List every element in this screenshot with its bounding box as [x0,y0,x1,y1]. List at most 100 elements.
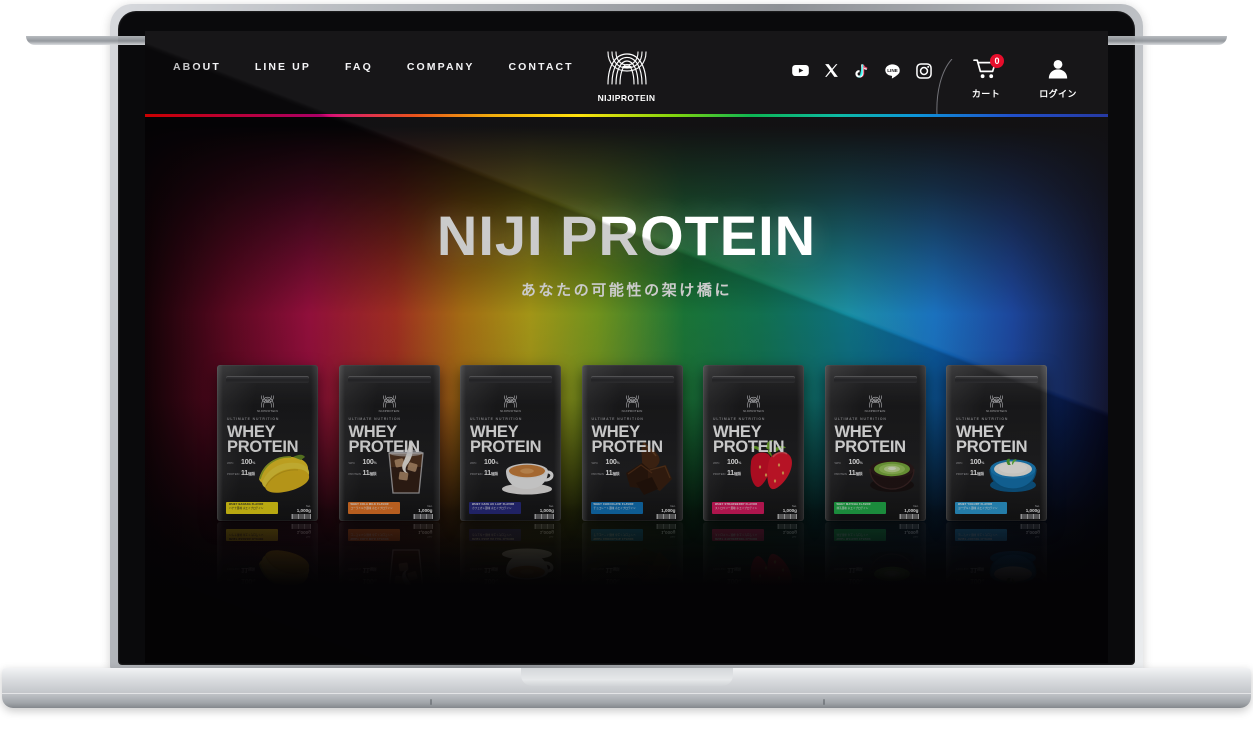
pouch-barcode [777,514,797,519]
nav-item-about[interactable]: ABOUT [173,61,221,73]
pouch-weight: Net. 1,000g [418,504,433,513]
pouch-kicker: ULTIMATE NUTRITION [834,417,887,421]
pouch-spec: PROTEIN 11種類 [592,470,620,478]
shopping-cart-icon [960,58,1012,84]
product-pouch-strawberry[interactable]: NIJIPROTEIN ULTIMATE NUTRITION WHEYPROTE… [703,365,804,521]
pouch-flavor-strip: WHEY MATCHA FLAVOR 抹茶風味 ホエイプロテイン [833,502,886,514]
login-button[interactable]: ログイン [1032,58,1084,100]
pouch-spec-label: PROTEIN [713,567,726,571]
youtube-icon[interactable] [791,61,810,80]
product-pouch-matcha[interactable]: NIJIPROTEIN ULTIMATE NUTRITION WHEYPROTE… [824,365,926,521]
pouch-flavor-strip: WHEY BANANA FLAVOR バナナ風味 ホエイプロテイン [226,529,278,541]
product-pouch-cafe-au-lait[interactable]: NIJIPROTEIN ULTIMATE NUTRITION WHEYPROTE… [460,365,561,521]
product-pouch-banana[interactable]: NIJIPROTEIN ULTIMATE NUTRITION WHEYPROTE… [217,365,318,521]
product-pouch-chocolate[interactable]: NIJIPROTEIN ULTIMATE NUTRITION WHEYPROTE… [581,522,683,586]
product-item-cola: NIJIPROTEIN ULTIMATE NUTRITION WHEY PROTE… [338,365,440,595]
pouch-spec: PROTEIN 11種類 [956,470,984,478]
pouch-spec: PROTEIN 11種類 [349,565,377,573]
product-pouch-yogurt[interactable]: NIJIPROTEIN ULTIMATE NUTRITION WHEYPROTE… [946,522,1047,586]
site-logo[interactable]: NIJIPROTEIN [581,50,673,103]
product-pouch-banana[interactable]: NIJIPROTEIN ULTIMATE NUTRITION WHEYPROTE… [217,522,318,586]
pouch-weight-value: 1,000g [296,530,311,535]
pouch-weight-value: 1,000g [296,508,311,513]
pouch-spec: PROTEIN 11種類 [835,470,863,478]
pouch-weight-label: Net. [427,535,433,540]
product-item-matcha: NIJIPROTEIN ULTIMATE NUTRITION WHEY PROTE… [824,365,926,595]
pouch-weight: Net. 1,000g [296,504,311,513]
product-pouch-cola[interactable]: NIJIPROTEIN ULTIMATE NUTRITION WHEYPROTE… [338,365,440,521]
pouch-barcode [777,524,797,529]
pouch-spec-label: WPC [348,461,356,465]
pouch-spec: WPC 100% [592,576,620,584]
product-pouch-strawberry[interactable]: NIJIPROTEIN ULTIMATE NUTRITION WHEYPROTE… [703,522,804,586]
pouch-kicker: ULTIMATE NUTRITION [470,417,523,421]
pouch-barcode [534,514,554,519]
nav-item-line-up[interactable]: LINE UP [255,61,311,73]
nav-item-contact[interactable]: CONTACT [508,61,573,73]
pouch-brand-logo: NIJIPROTEIN [339,395,440,413]
line-icon[interactable]: LINE [883,62,902,80]
pouch-spec-label: PROTEIN [956,472,969,476]
pouch-weight-value: 1,000g [418,508,433,513]
pouch-weight: Net. 1,000g [540,504,554,513]
pouch-weight-value: 1,000g [1025,530,1040,535]
pouch-spec-label: PROTEIN [470,567,483,571]
pouch-spec-value: 11種類 [727,470,741,477]
pouch-spec-value: 100% [241,577,256,584]
pouch-specs: WPC 100% PROTEIN 11種類 [713,562,741,584]
pouch-zipper [712,376,795,383]
pouch-barcode [898,514,919,519]
pouch-flavor-en: WHEY YOGURT FLAVOR [958,537,993,540]
pouch-spec: WPC 100% [956,459,984,467]
cart-button[interactable]: 0 カート [960,54,1012,100]
pouch-brand-text: NIJIPROTEIN [621,409,643,413]
pouch-flavor-jp: コーラミルク風味 ホエイプロテイン [350,533,393,536]
pouch-title: WHEY PROTEIN [470,423,542,456]
product-pouch-matcha[interactable]: NIJIPROTEIN ULTIMATE NUTRITION WHEYPROTE… [824,522,926,586]
product-reflection-matcha: NIJIPROTEIN ULTIMATE NUTRITION WHEYPROTE… [824,522,926,586]
product-lineup: NIJIPROTEIN ULTIMATE NUTRITION WHEY PROTE… [217,365,1047,595]
pouch-specs: WPC 100% PROTEIN 11種類 [835,562,863,584]
pouch-brand-logo: NIJIPROTEIN [582,395,683,413]
laptop-base-vent-right [823,699,825,705]
nav-item-company[interactable]: COMPANY [407,61,475,73]
product-pouch-cafe-au-lait[interactable]: NIJIPROTEIN ULTIMATE NUTRITION WHEYPROTE… [460,522,561,586]
main-navigation: ABOUT LINE UP FAQ COMPANY CONTACT [173,61,574,73]
pouch-title: WHEY PROTEIN [956,423,1028,456]
pouch-spec: PROTEIN 11種類 [956,565,984,573]
pouch-weight-value: 1,000g [418,530,433,535]
product-pouch-chocolate[interactable]: NIJIPROTEIN ULTIMATE NUTRITION WHEYPROTE… [581,365,683,521]
coffee-cup-image [496,546,558,586]
laptop-base [2,668,1251,708]
pouch-weight: Net. 1,000g [296,530,311,539]
pouch-spec-label: PROTEIN [348,567,361,571]
laptop-base-notch [520,668,733,686]
product-item-banana: NIJIPROTEIN ULTIMATE NUTRITION WHEY PROTE… [217,365,318,595]
pouch-specs: WPC 100% PROTEIN 11種類 [349,459,377,481]
product-pouch-yogurt[interactable]: NIJIPROTEIN ULTIMATE NUTRITION WHEYPROTE… [946,365,1047,521]
pouch-spec-label: PROTEIN [470,472,483,476]
product-pouch-cola[interactable]: NIJIPROTEIN ULTIMATE NUTRITION WHEYPROTE… [338,522,440,586]
pouch-spec-value: 100% [605,577,620,584]
chocolate-chunks-image [618,546,680,586]
x-twitter-icon[interactable] [823,62,840,79]
tiktok-icon[interactable] [853,62,870,80]
pouch-spec-label: WPC [713,578,720,582]
pouch-flavor-jp: ストロベリー風味 ホエイプロテイン [715,507,758,510]
product-reflection-banana: NIJIPROTEIN ULTIMATE NUTRITION WHEYPROTE… [217,522,318,586]
instagram-icon[interactable] [915,62,933,80]
pouch-specs: WPC 100% PROTEIN 11種類 [470,459,498,481]
pouch-specs: WPC 100% PROTEIN 11種類 [592,459,620,481]
product-reflection-cafe-au-lait: NIJIPROTEIN ULTIMATE NUTRITION WHEYPROTE… [460,522,561,586]
pouch-weight-value: 1,000g [539,530,554,535]
pouch-flavor-en: WHEY MATCHA FLAVOR [836,537,871,540]
pouch-spec-value: 11種類 [484,470,498,477]
pouch-spec-value: 100% [848,577,863,584]
pouch-flavor-strip: WHEY STRAWBERRY FLAVOR ストロベリー風味 ホエイプロテイン [712,529,764,541]
pouch-specs: WPC 100% PROTEIN 11種類 [349,562,377,584]
nav-item-faq[interactable]: FAQ [345,61,373,73]
cola-glass-image [375,546,437,586]
header-divider [936,59,953,115]
pouch-flavor-strip: WHEY CAFE AU LAIT FLAVOR カフェオレ風味 ホエイプロテイ… [469,502,521,514]
pouch-barcode [291,524,311,529]
